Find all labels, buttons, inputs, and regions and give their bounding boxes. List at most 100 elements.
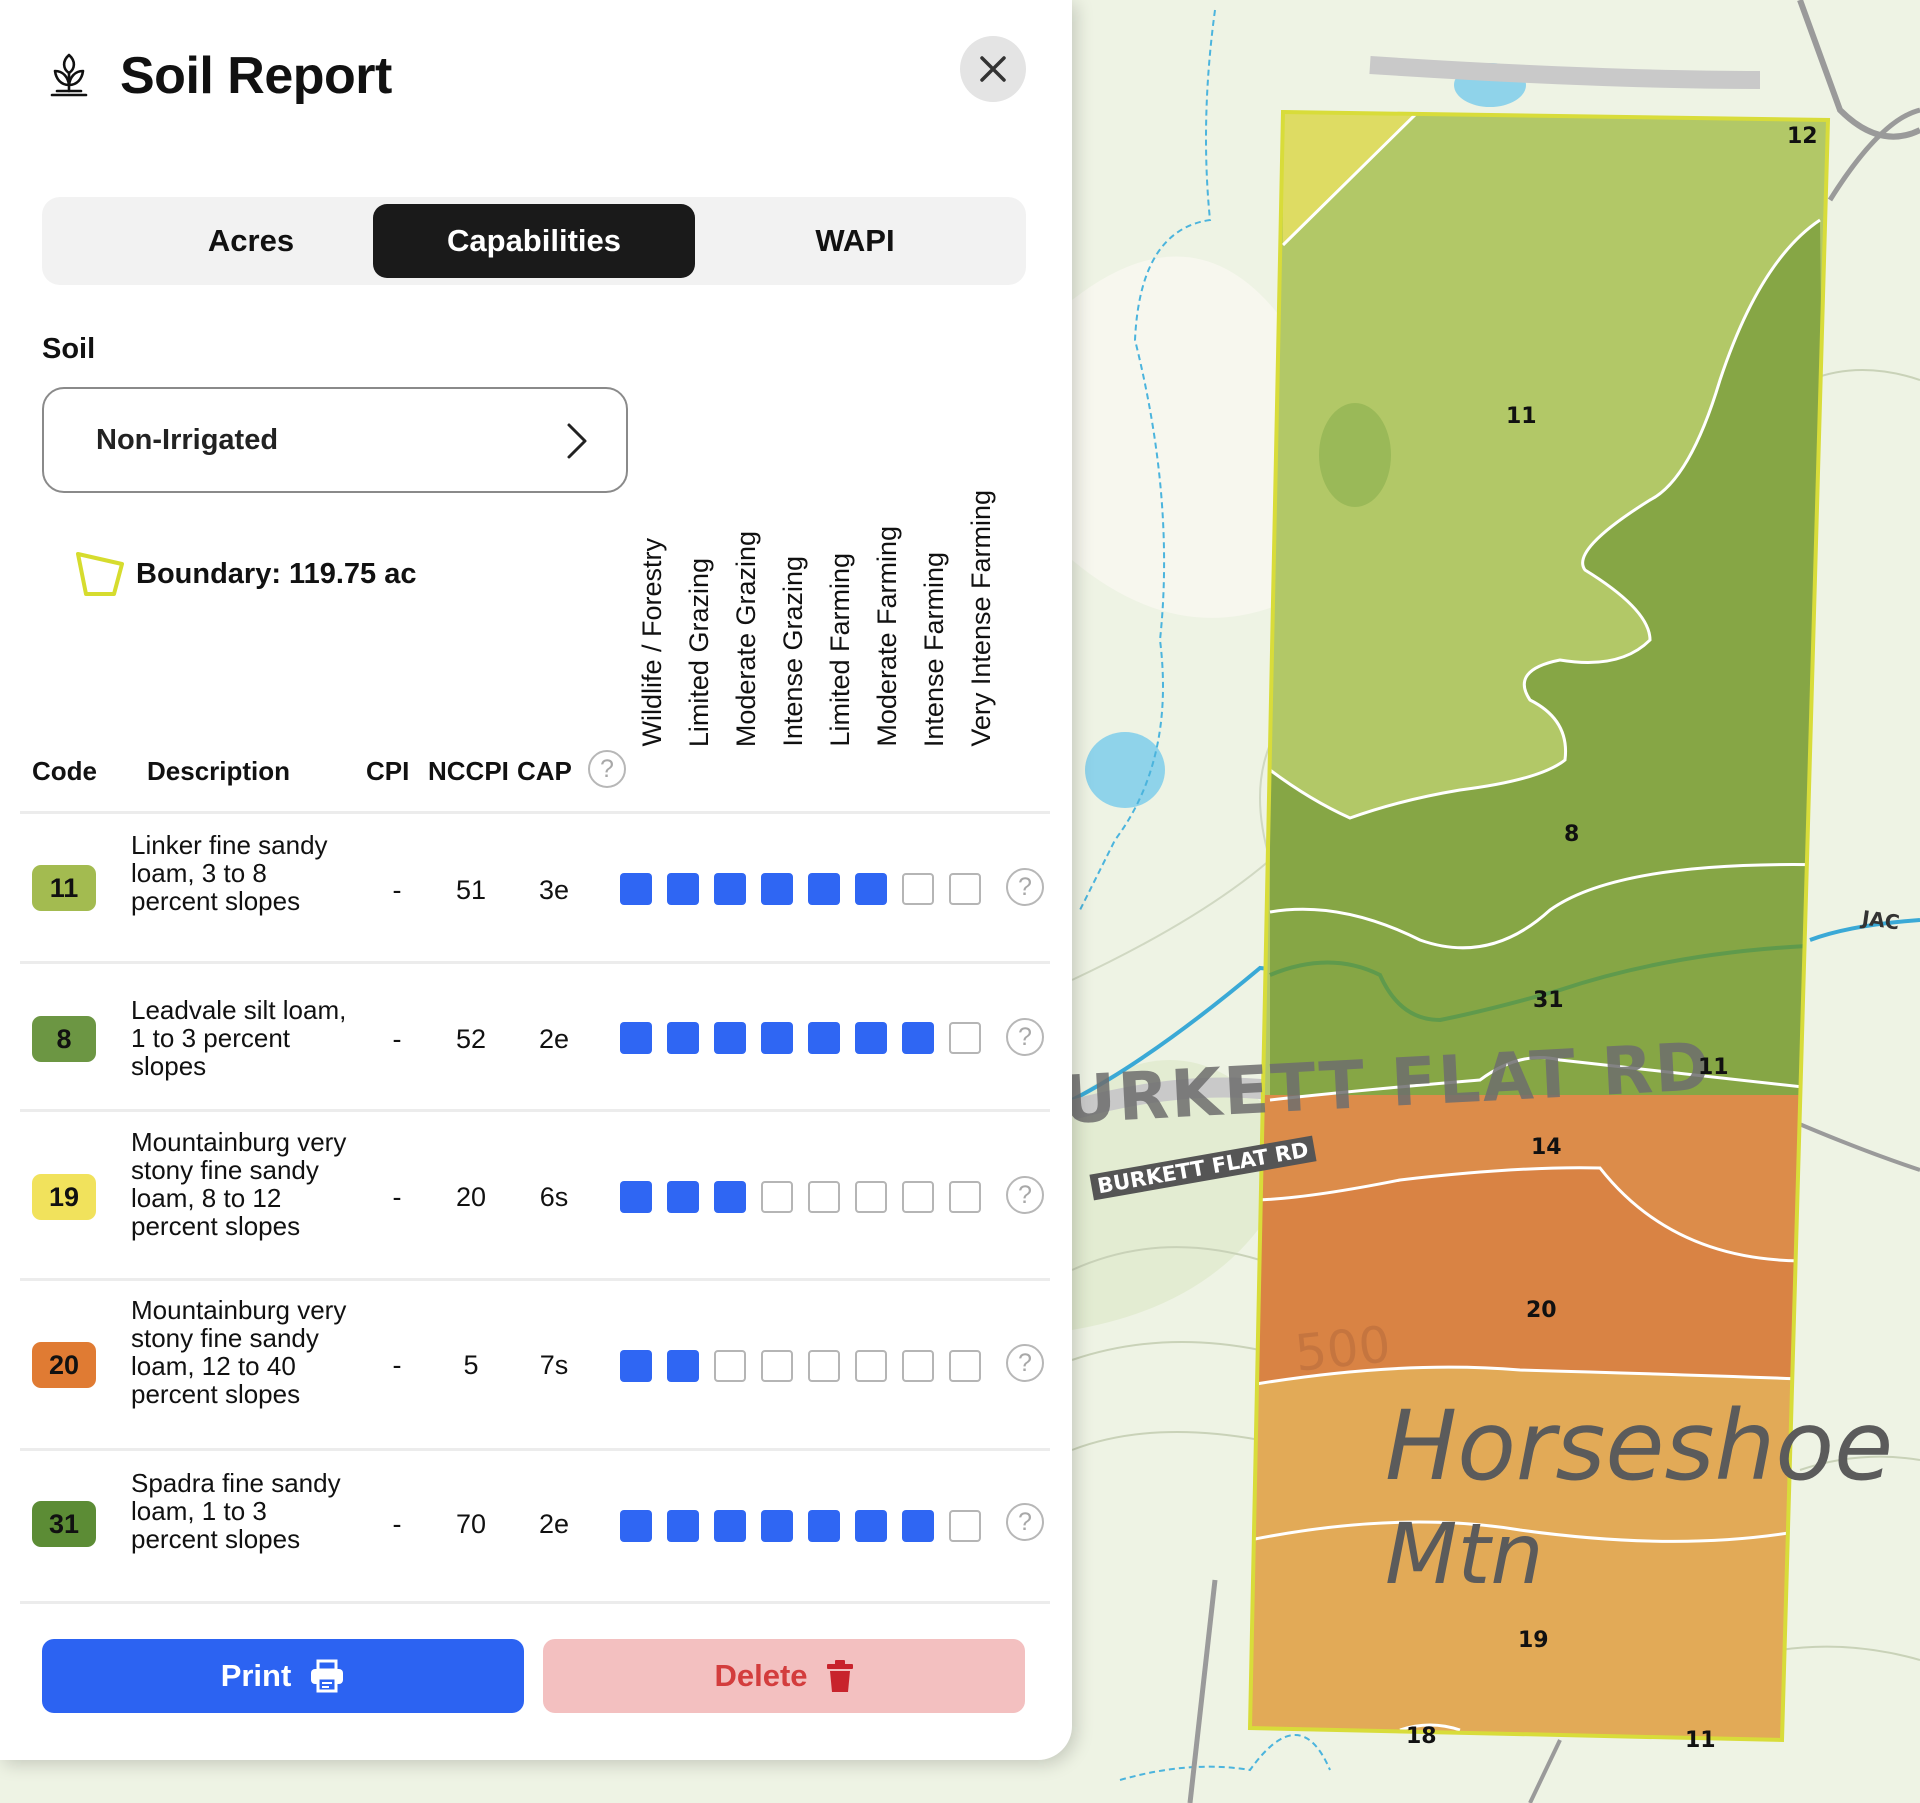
capability-square	[667, 1350, 699, 1382]
capability-square	[761, 1510, 793, 1542]
capability-label: Limited Farming	[825, 553, 855, 747]
cpi-value: -	[392, 875, 402, 905]
capability-square	[620, 1022, 652, 1054]
capability-square	[949, 873, 981, 905]
capability-square	[761, 1350, 793, 1382]
table-row[interactable]: 31 Spadra fine sandy loam, 1 to 3 percen…	[20, 1448, 1050, 1604]
delete-button[interactable]: Delete	[543, 1639, 1025, 1713]
capability-square	[855, 1180, 887, 1213]
capability-square	[667, 1510, 699, 1542]
capability-square	[808, 873, 840, 905]
page-title: Soil Report	[120, 47, 392, 105]
trash-icon	[826, 1660, 853, 1692]
cap-value: 6s	[539, 1182, 569, 1212]
capability-square	[667, 873, 699, 905]
capability-square	[620, 1350, 652, 1382]
boundary-summary: Boundary: 119.75 ac	[74, 548, 416, 600]
capability-square	[855, 1022, 887, 1054]
close-button[interactable]	[960, 36, 1026, 102]
nccpi-value: 70	[455, 1509, 487, 1539]
cpi-value: -	[392, 1509, 402, 1539]
capability-square	[620, 1510, 652, 1542]
soil-description: Mountainburg very stony fine sandy loam,…	[131, 1295, 347, 1409]
soil-code-badge: 19	[32, 1174, 96, 1220]
header-cpi: CPI	[366, 756, 410, 786]
soil-code-badge: 11	[32, 865, 96, 911]
zone-label: 20	[1526, 1298, 1557, 1323]
cap-value: 7s	[539, 1350, 569, 1380]
delete-label: Delete	[714, 1658, 808, 1693]
table-row[interactable]: 19 Mountainburg very stony fine sandy lo…	[20, 1109, 1050, 1281]
capability-square	[761, 1180, 793, 1213]
boundary-text: Boundary: 119.75 ac	[136, 557, 417, 590]
soil-code-badge: 31	[32, 1501, 96, 1547]
capability-square	[949, 1350, 981, 1382]
header-code: Code	[32, 756, 97, 786]
zone-label: 8	[1564, 822, 1580, 847]
capability-square	[808, 1180, 840, 1213]
nccpi-value: 51	[455, 875, 487, 905]
help-icon[interactable]: ?	[1006, 1176, 1044, 1214]
map-elevation-label: 500	[1292, 1315, 1394, 1383]
polygon-icon	[76, 552, 124, 596]
capability-square	[714, 1022, 746, 1054]
map-place-label-2: Mtn	[1385, 1505, 1544, 1603]
capability-square	[714, 1350, 746, 1382]
capability-square	[714, 1180, 746, 1213]
table-row[interactable]: 8 Leadvale silt loam, 1 to 3 percent slo…	[20, 961, 1050, 1112]
help-icon[interactable]: ?	[588, 750, 626, 788]
capability-label: Moderate Grazing	[731, 530, 761, 747]
soil-description: Spadra fine sandy loam, 1 to 3 percent s…	[131, 1468, 341, 1554]
soil-code-badge: 20	[32, 1342, 96, 1388]
capability-square	[949, 1180, 981, 1213]
cap-value: 3e	[538, 875, 570, 905]
soil-description: Mountainburg very stony fine sandy loam,…	[131, 1127, 347, 1241]
capability-square	[949, 1510, 981, 1542]
header-cap: CAP	[517, 756, 572, 786]
plant-icon	[50, 53, 88, 97]
help-icon[interactable]: ?	[1006, 1344, 1044, 1382]
nccpi-value: 5	[463, 1350, 479, 1380]
capability-square	[620, 1180, 652, 1213]
capability-square	[902, 1350, 934, 1382]
capability-square	[620, 873, 652, 905]
cpi-value: -	[392, 1350, 402, 1380]
header-description: Description	[147, 756, 291, 786]
cpi-value: -	[392, 1024, 402, 1054]
soil-description: Leadvale silt loam, 1 to 3 percent slope…	[131, 995, 347, 1081]
header-nccpi: NCCPI	[428, 756, 509, 786]
capability-square	[808, 1510, 840, 1542]
capability-square	[902, 1510, 934, 1542]
close-icon	[980, 56, 1006, 82]
capability-square	[667, 1022, 699, 1054]
capability-square	[902, 1180, 934, 1213]
soil-code-badge: 8	[32, 1016, 96, 1062]
capability-square	[761, 1022, 793, 1054]
chevron-right-icon	[567, 423, 587, 459]
printer-icon	[311, 1659, 344, 1693]
help-icon[interactable]: ?	[1006, 1018, 1044, 1056]
capability-square	[902, 873, 934, 905]
capability-label: Intense Farming	[919, 551, 949, 747]
cap-value: 2e	[538, 1024, 570, 1054]
tab-acres[interactable]: Acres	[90, 204, 412, 278]
soil-type-select[interactable]: Non-Irrigated	[42, 387, 628, 493]
zone-label: 11	[1685, 1728, 1716, 1753]
capability-label: Limited Grazing	[684, 557, 714, 747]
nccpi-value: 52	[455, 1024, 487, 1054]
table-row[interactable]: 20 Mountainburg very stony fine sandy lo…	[20, 1278, 1050, 1451]
help-icon[interactable]: ?	[1006, 868, 1044, 906]
help-icon[interactable]: ?	[1006, 1503, 1044, 1541]
zone-label: 19	[1518, 1628, 1549, 1653]
capability-square	[667, 1180, 699, 1213]
capability-square	[855, 1350, 887, 1382]
capability-label: Very Intense Farming	[966, 490, 996, 747]
print-button[interactable]: Print	[42, 1639, 524, 1713]
tab-capabilities[interactable]: Capabilities	[373, 204, 695, 278]
table-row[interactable]: 11 Linker fine sandy loam, 3 to 8 percen…	[20, 811, 1050, 964]
print-label: Print	[220, 1658, 292, 1693]
tab-wapi[interactable]: WAPI	[694, 204, 1016, 278]
cpi-value: -	[392, 1182, 402, 1212]
capability-label: Moderate Farming	[872, 526, 902, 747]
soil-type-value: Non-Irrigated	[96, 423, 279, 456]
